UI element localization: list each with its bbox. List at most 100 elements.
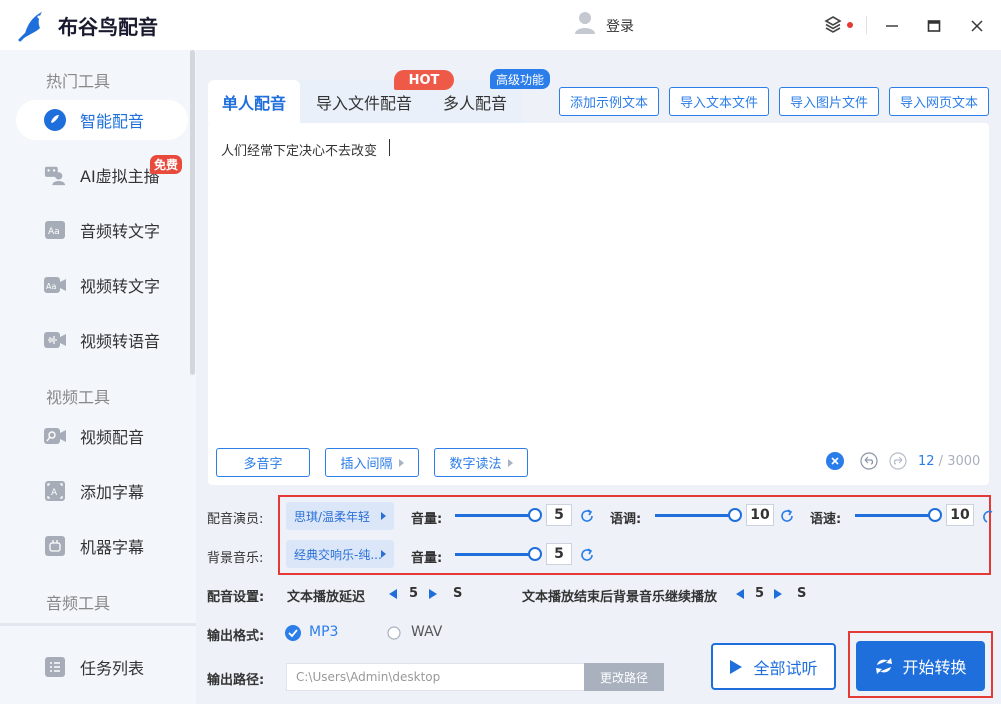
sidebar-item-label: AI虚拟主播 <box>80 167 160 186</box>
advanced-feature-badge: 高级功能 <box>490 69 550 89</box>
volume-value[interactable]: 5 <box>546 504 572 526</box>
number-reading-label: 数字读法 <box>449 457 502 472</box>
text-caret <box>389 139 390 156</box>
sidebar-item-label: 机器字幕 <box>80 538 145 557</box>
sidebar-item-label: 任务列表 <box>80 659 145 678</box>
output-path-input[interactable]: C:\Users\Admin\desktop <box>286 663 586 691</box>
change-path-button[interactable]: 更改路径 <box>584 663 664 691</box>
bgm-volume-value[interactable]: 5 <box>546 543 572 565</box>
task-list-icon <box>44 656 66 678</box>
sidebar-item-label: 视频转语音 <box>80 332 161 351</box>
pitch-label: 语调: <box>610 512 642 527</box>
sidebar-scrollbar[interactable] <box>190 50 195 375</box>
wav-label[interactable]: WAV <box>411 624 442 640</box>
app-name: 布谷鸟配音 <box>58 15 158 39</box>
sidebar-item-video-to-text[interactable]: Aa 视频转文字 <box>16 265 188 305</box>
sidebar-item-audio-to-text[interactable]: Aa 音频转文字 <box>16 210 188 250</box>
pitch-slider-handle[interactable] <box>728 508 742 522</box>
volume-slider-handle[interactable] <box>528 508 542 522</box>
actor-label: 配音演员: <box>207 512 264 527</box>
sidebar-item-machine-subtitle[interactable]: 机器字幕 <box>16 526 188 566</box>
sidebar-item-task-list[interactable]: 任务列表 <box>16 647 188 687</box>
minimize-button[interactable] <box>879 13 905 39</box>
smart-dub-icon <box>44 109 66 131</box>
close-button[interactable] <box>964 13 990 39</box>
start-convert-button[interactable]: 开始转换 <box>856 641 985 691</box>
sidebar-item-video-dub[interactable]: 视频配音 <box>16 416 188 456</box>
sidebar-item-video-to-voice[interactable]: 视频转语音 <box>16 320 188 360</box>
import-text-file-button[interactable]: 导入文本文件 <box>669 87 769 116</box>
sidebar-item-add-subtitle[interactable]: A 添加字幕 <box>16 471 188 511</box>
layers-icon[interactable] <box>824 15 842 33</box>
sidebar-item-smart-dub[interactable]: 智能配音 <box>16 100 188 140</box>
video-to-voice-icon <box>44 329 66 351</box>
minimize-icon <box>886 25 898 27</box>
login-link[interactable]: 登录 <box>606 16 634 36</box>
delay-unit: S <box>453 586 463 601</box>
dub-settings-label: 配音设置: <box>207 590 265 605</box>
chevron-right-icon <box>381 512 386 520</box>
svg-text:A: A <box>51 488 58 498</box>
delay-increase-button[interactable] <box>429 589 437 599</box>
speed-label: 语速: <box>810 512 842 527</box>
pitch-value[interactable]: 10 <box>746 504 774 526</box>
chevron-right-icon <box>381 550 386 558</box>
maximize-button[interactable] <box>921 13 947 39</box>
preview-all-button[interactable]: 全部试听 <box>711 643 836 690</box>
char-max: / 3000 <box>934 454 981 469</box>
pitch-slider[interactable] <box>655 514 735 517</box>
insert-pause-label: 插入间隔 <box>340 457 393 472</box>
volume-slider[interactable] <box>455 514 535 517</box>
insert-pause-button[interactable]: 插入间隔 <box>325 448 419 477</box>
svg-text:Aa: Aa <box>48 227 60 237</box>
clear-icon[interactable] <box>826 452 844 470</box>
convert-icon <box>876 658 893 674</box>
polyphone-button[interactable]: 多音字 <box>216 448 310 477</box>
char-counter: 12 / 3000 <box>918 454 980 469</box>
bgm-continue-unit: S <box>797 586 807 601</box>
mp3-label[interactable]: MP3 <box>309 624 338 640</box>
bgm-continue-increase-button[interactable] <box>774 589 782 599</box>
bgm-volume-label: 音量: <box>411 551 443 566</box>
reset-pitch-icon[interactable] <box>779 508 795 524</box>
chevron-right-icon <box>398 458 404 467</box>
speed-slider[interactable] <box>855 514 935 517</box>
undo-icon[interactable] <box>860 452 878 470</box>
delay-decrease-button[interactable] <box>389 589 397 599</box>
volume-label: 音量: <box>411 512 443 527</box>
bgm-select[interactable]: 经典交响乐-纯... <box>286 540 394 568</box>
delay-value: 5 <box>409 586 419 601</box>
tab-single-dub[interactable]: 单人配音 <box>208 80 300 124</box>
import-image-file-button[interactable]: 导入图片文件 <box>779 87 879 116</box>
voice-actor-select[interactable]: 思琪/温柔年轻 <box>286 502 394 530</box>
reset-bgm-volume-icon[interactable] <box>579 547 595 563</box>
sidebar-section-video-tools: 视频工具 <box>46 388 111 407</box>
number-reading-button[interactable]: 数字读法 <box>434 448 528 477</box>
voice-actor-value: 思琪/温柔年轻 <box>294 509 371 524</box>
machine-subtitle-icon <box>44 535 66 557</box>
add-sample-text-button[interactable]: 添加示例文本 <box>559 87 659 116</box>
mp3-radio[interactable] <box>285 625 301 641</box>
video-dub-icon <box>44 425 66 447</box>
speed-value[interactable]: 10 <box>946 504 974 526</box>
text-editor[interactable] <box>208 123 989 485</box>
free-badge: 免费 <box>150 155 183 174</box>
reset-speed-icon[interactable] <box>980 508 996 524</box>
bgm-volume-slider[interactable] <box>455 553 535 556</box>
sidebar-item-label: 音频转文字 <box>80 222 161 241</box>
title-bar: 布谷鸟配音 登录 <box>0 0 1001 50</box>
user-avatar-icon[interactable] <box>574 11 596 35</box>
sidebar-section-hot-tools: 热门工具 <box>46 72 111 91</box>
reset-volume-icon[interactable] <box>579 508 595 524</box>
speed-slider-handle[interactable] <box>928 508 942 522</box>
redo-icon[interactable] <box>889 452 907 470</box>
wav-radio[interactable] <box>387 626 401 640</box>
import-web-text-button[interactable]: 导入网页文本 <box>889 87 989 116</box>
editor-text[interactable]: 人们经常下定决心不去改变 <box>221 140 377 159</box>
virtual-anchor-icon <box>44 164 66 186</box>
bgm-continue-label: 文本播放结束后背景音乐继续播放 <box>522 590 718 605</box>
play-icon <box>730 659 743 674</box>
bgm-volume-slider-handle[interactable] <box>528 547 542 561</box>
preview-all-label: 全部试听 <box>753 658 818 678</box>
bgm-continue-decrease-button[interactable] <box>736 589 744 599</box>
